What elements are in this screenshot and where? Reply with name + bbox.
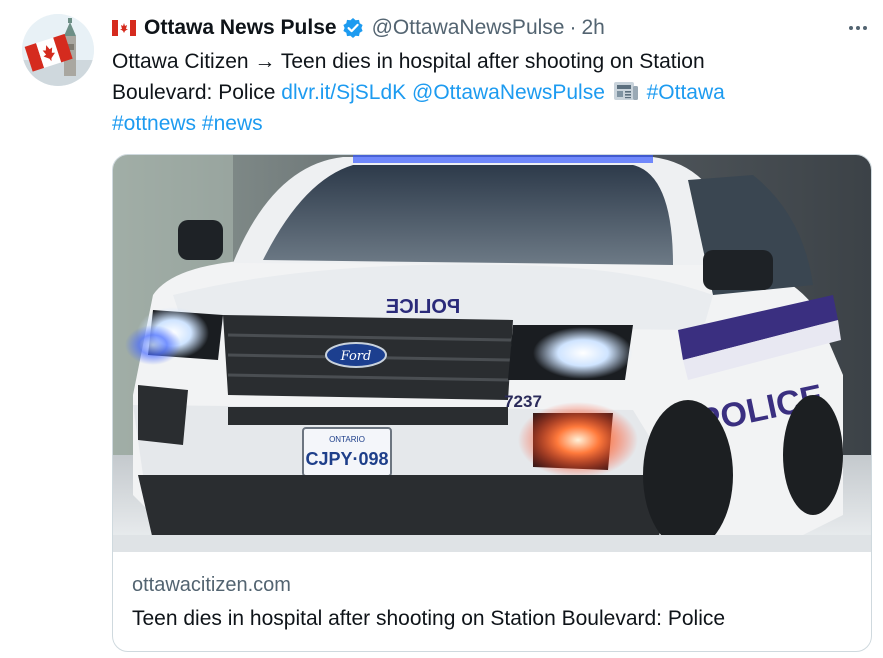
more-options-icon[interactable] xyxy=(844,16,872,40)
separator-dot: · xyxy=(569,16,577,39)
timestamp[interactable]: 2h xyxy=(581,14,604,42)
plate-province: ONTARIO xyxy=(329,435,365,444)
mention-link[interactable]: @OttawaNewsPulse xyxy=(412,81,605,104)
hood-label: POLICE xyxy=(386,296,460,318)
police-car-image[interactable]: POLICE POLICE Ford 7237 ONTARIO CJPY·098 xyxy=(113,155,871,552)
display-name[interactable]: Ottawa News Pulse xyxy=(144,14,337,42)
grille-badge: Ford xyxy=(340,349,372,364)
tweet-text-line-3: #ottnews #news xyxy=(112,108,832,139)
newspaper-icon xyxy=(613,80,639,102)
author-handle[interactable]: @OttawaNewsPulse xyxy=(372,14,565,42)
verified-badge-icon[interactable] xyxy=(342,17,364,39)
tweet-text-line-2: Boulevard: Police dlvr.it/SjSLdK @Ottawa… xyxy=(112,77,832,108)
tweet-text-plain: Boulevard: Police xyxy=(112,81,282,104)
hashtag-ottnews[interactable]: #ottnews xyxy=(112,112,196,135)
tweet-header: Ottawa News Pulse @OttawaNewsPulse · 2h xyxy=(112,14,605,42)
hashtag-news[interactable]: #news xyxy=(202,112,263,135)
avatar[interactable] xyxy=(22,14,94,86)
card-domain[interactable]: ottawacitizen.com xyxy=(132,572,291,598)
parliament-avatar-icon xyxy=(22,14,94,86)
card-title[interactable]: Teen dies in hospital after shooting on … xyxy=(132,605,725,633)
tweet-text: Ottawa Citizen → Teen dies in hospital a… xyxy=(112,46,832,139)
canada-flag-icon xyxy=(112,20,136,36)
short-link[interactable]: dlvr.it/SjSLdK xyxy=(281,81,406,104)
tweet-text-line-1: Ottawa Citizen → Teen dies in hospital a… xyxy=(112,50,705,73)
hashtag-ottawa[interactable]: #Ottawa xyxy=(647,81,725,104)
plate-number: CJPY·098 xyxy=(305,449,388,469)
link-preview-card[interactable]: POLICE POLICE Ford 7237 ONTARIO CJPY·098… xyxy=(112,154,872,652)
unit-number: 7237 xyxy=(504,392,542,411)
